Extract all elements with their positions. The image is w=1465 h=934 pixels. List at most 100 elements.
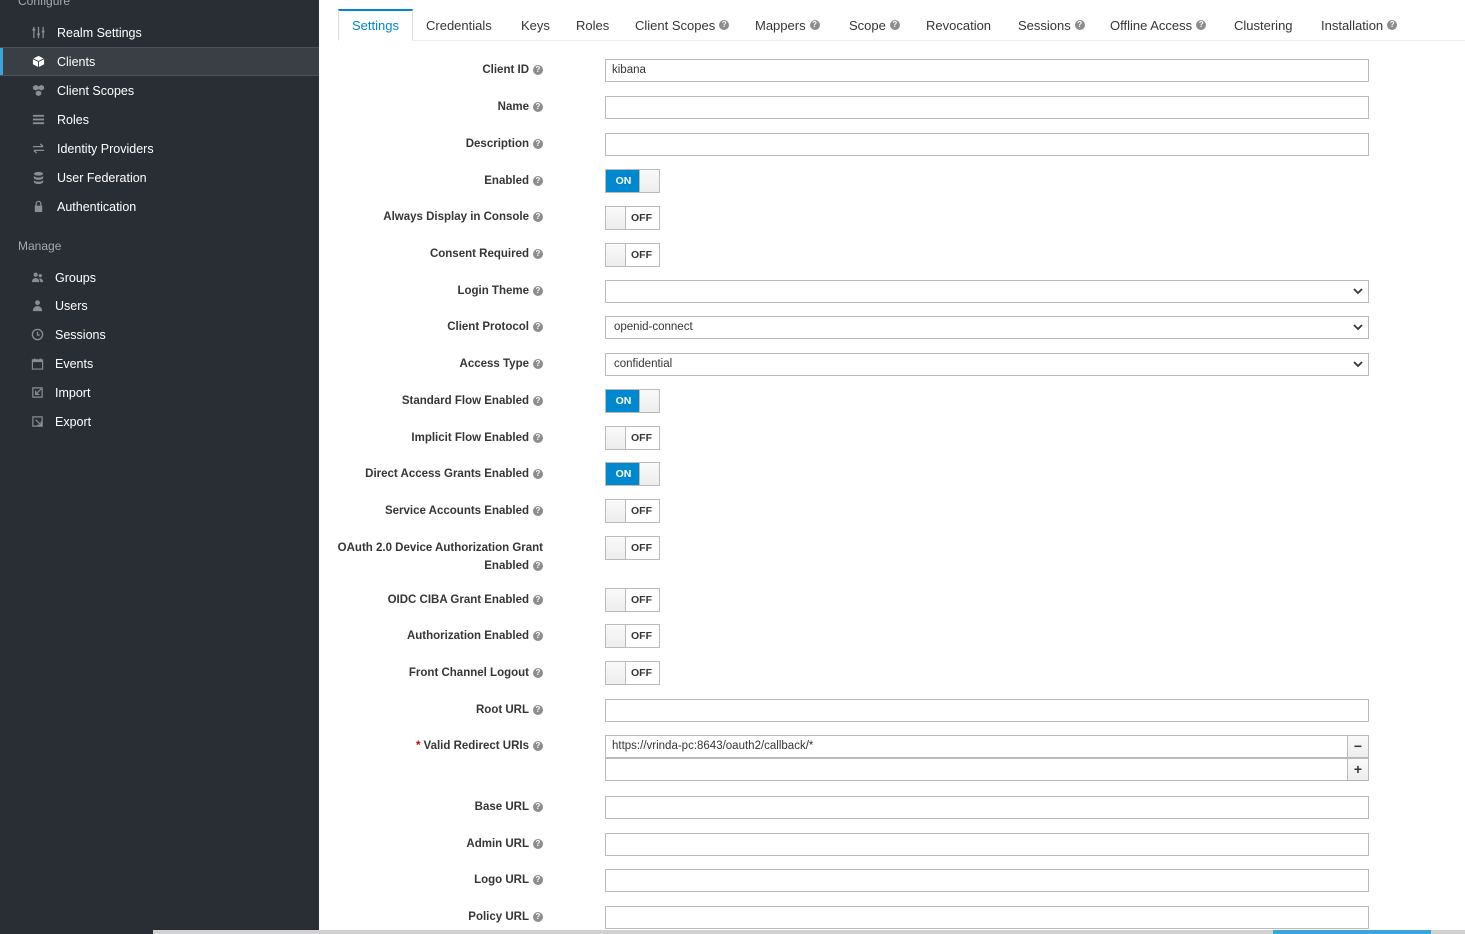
tab-scope[interactable]: Scope? [849,9,900,41]
sidebar-item-label: Roles [57,112,89,127]
tab-settings[interactable]: Settings [338,9,413,41]
help-icon[interactable]: ? [533,395,543,406]
tab-label: Keys [521,17,550,33]
tab-label: Offline Access [1110,17,1193,33]
help-icon[interactable]: ? [1074,20,1085,30]
help-icon[interactable]: ? [533,321,543,332]
scrollbar-thumb[interactable] [1273,930,1431,934]
help-icon[interactable]: ? [533,64,543,75]
client-protocol-select[interactable]: openid-connect [605,316,1369,339]
logo-url-input[interactable] [605,869,1369,892]
toggle-state: OFF [631,542,652,554]
sidebar-item-authentication[interactable]: Authentication [0,192,319,221]
access-type-select[interactable]: confidential [605,353,1369,376]
help-icon[interactable]: ? [533,911,543,922]
login-theme-select[interactable] [605,280,1369,303]
sidebar-item-sessions[interactable]: Sessions [0,320,319,349]
exchange-icon [30,142,46,156]
field-label: Implicit Flow Enabled? [303,429,543,447]
tab-offline-access[interactable]: Offline Access? [1110,9,1207,41]
field-label: Direct Access Grants Enabled? [303,465,543,483]
help-icon[interactable]: ? [533,874,543,885]
add-uri-button[interactable]: + [1347,758,1369,781]
tab-mappers[interactable]: Mappers? [755,9,820,41]
sidebar-item-export[interactable]: Export [0,407,319,436]
field-label: OAuth 2.0 Device Authorization Grant Enab… [337,542,543,572]
direct-access-toggle[interactable]: ON [605,462,660,486]
help-icon[interactable]: ? [533,667,543,678]
help-icon[interactable]: ? [889,20,900,30]
tab-client-scopes[interactable]: Client Scopes? [635,9,730,41]
sidebar-item-identity-providers[interactable]: Identity Providers [0,134,319,163]
help-icon[interactable]: ? [533,468,543,479]
tab-sessions[interactable]: Sessions? [1018,9,1085,41]
tab-credentials[interactable]: Credentials [426,9,492,41]
sidebar-item-realm-settings[interactable]: Realm Settings [0,18,319,47]
sidebar-item-label: Sessions [55,327,106,342]
policy-url-input[interactable] [605,906,1369,929]
redirect-uri-input[interactable]: https://vrinda-pc:8643/oauth2/callback/* [605,735,1348,758]
front-channel-toggle[interactable]: OFF [605,661,660,685]
help-icon[interactable]: ? [1387,20,1398,30]
sidebar-item-users[interactable]: Users [0,291,319,320]
help-icon[interactable]: ? [533,594,543,605]
always-display-toggle[interactable]: OFF [605,206,660,230]
new-redirect-uri-input[interactable] [605,758,1348,781]
help-icon[interactable]: ? [533,838,543,849]
help-icon[interactable]: ? [533,630,543,641]
help-icon[interactable]: ? [533,211,543,222]
device-authorization-toggle[interactable]: OFF [605,536,660,560]
consent-required-toggle[interactable]: OFF [605,243,660,267]
help-icon[interactable]: ? [533,740,543,751]
enabled-toggle[interactable]: ON [605,169,660,193]
tab-label: Installation [1321,17,1384,33]
sidebar-item-groups[interactable]: Groups [0,263,319,292]
description-input[interactable] [605,133,1369,156]
help-icon[interactable]: ? [533,101,543,112]
tab-keys[interactable]: Keys [521,9,550,41]
help-icon[interactable]: ? [533,285,543,296]
help-icon[interactable]: ? [533,358,543,369]
help-icon[interactable]: ? [719,20,730,30]
toggle-state: OFF [631,432,652,444]
tab-installation[interactable]: Installation? [1321,9,1398,41]
name-input[interactable] [605,96,1369,119]
sidebar-item-client-scopes[interactable]: Client Scopes [0,76,319,105]
implicit-flow-toggle[interactable]: OFF [605,426,660,450]
help-icon[interactable]: ? [533,560,543,571]
help-icon[interactable]: ? [533,801,543,812]
toggle-knob [606,244,626,266]
sidebar-item-label: Clients [57,54,96,69]
help-icon[interactable]: ? [533,248,543,259]
sidebar-item-import[interactable]: Import [0,378,319,407]
help-icon[interactable]: ? [533,432,543,443]
client-id-input[interactable]: kibana [605,59,1369,82]
tab-clustering[interactable]: Clustering [1234,9,1293,41]
help-icon[interactable]: ? [809,20,820,30]
remove-uri-button[interactable]: − [1347,735,1369,758]
sidebar-item-roles[interactable]: Roles [0,105,319,134]
sidebar-item-events[interactable]: Events [0,349,319,378]
base-url-input[interactable] [605,796,1369,819]
field-label: Admin URL? [303,835,543,853]
tab-label: Clustering [1234,17,1293,33]
help-icon[interactable]: ? [533,175,543,186]
tab-roles[interactable]: Roles [576,9,609,41]
sidebar-item-clients[interactable]: Clients [0,47,319,76]
admin-url-input[interactable] [605,833,1369,856]
tab-revocation[interactable]: Revocation [926,9,991,41]
service-accounts-toggle[interactable]: OFF [605,499,660,523]
toggle-state: OFF [631,505,652,517]
authorization-toggle[interactable]: OFF [605,624,660,648]
help-icon[interactable]: ? [1196,20,1207,30]
sidebar-item-label: Events [55,356,94,371]
sidebar-item-user-federation[interactable]: User Federation [0,163,319,192]
horizontal-scrollbar[interactable] [153,930,1465,934]
ciba-toggle[interactable]: OFF [605,588,660,612]
toggle-knob [606,427,626,449]
help-icon[interactable]: ? [533,704,543,715]
help-icon[interactable]: ? [533,505,543,516]
root-url-input[interactable] [605,699,1369,722]
help-icon[interactable]: ? [533,138,543,149]
standard-flow-toggle[interactable]: ON [605,389,660,413]
